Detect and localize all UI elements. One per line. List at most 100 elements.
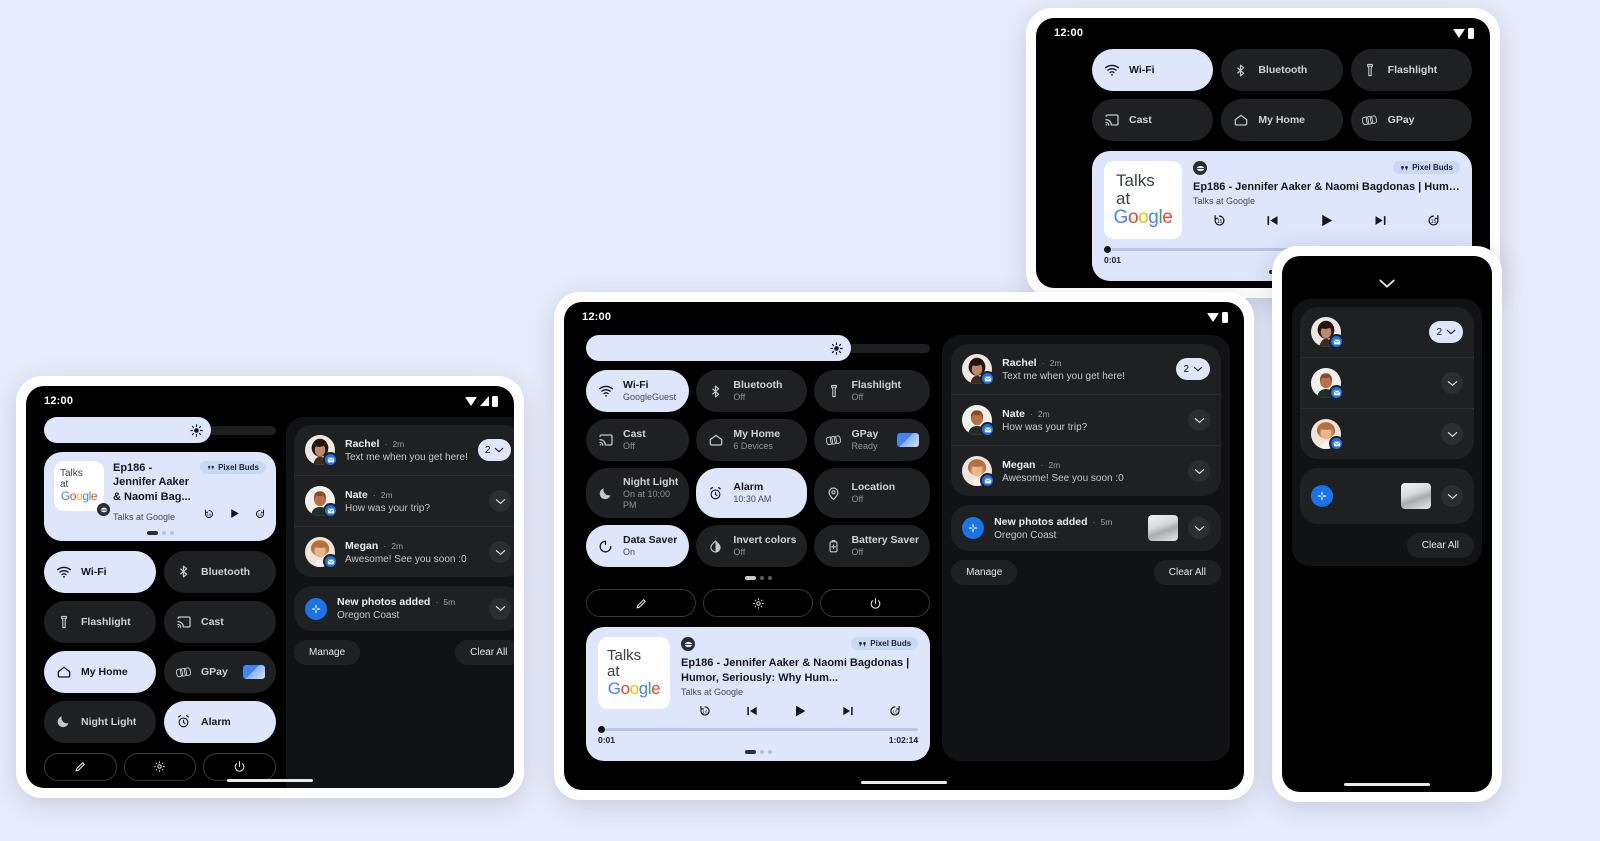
tile-night-light[interactable]: Night Light On at 10:00 PM (586, 468, 690, 519)
tile-battery-saver[interactable]: Battery Saver Off (814, 525, 931, 568)
clear-all-button[interactable]: Clear All (1153, 560, 1221, 585)
media-subtitle: Talks at Google (113, 511, 176, 522)
tile-cast[interactable]: Cast (1092, 99, 1214, 141)
tile-alarm[interactable]: Alarm (164, 700, 276, 743)
tile-bluetooth[interactable]: Bluetooth Off (696, 370, 808, 412)
sender-name: Nate (345, 488, 368, 501)
previous-track-button[interactable] (1265, 213, 1280, 228)
tile-invert-colors[interactable]: Invert colors Off (696, 525, 808, 568)
brightness-slider[interactable] (586, 335, 931, 361)
output-device-chip[interactable]: Pixel Buds (200, 461, 266, 474)
notification-row-photos[interactable]: New photos added · 5m Oregon Coast (294, 586, 514, 631)
clear-all-button[interactable]: Clear All (1406, 533, 1474, 558)
media-top-row: Talks at Google Ep186 - Jennifer Aaker &… (54, 461, 266, 525)
brightness-slider[interactable] (44, 417, 276, 443)
svg-text:15: 15 (702, 709, 708, 714)
output-device-chip[interactable]: Pixel Buds (851, 637, 919, 651)
power-button[interactable] (820, 589, 931, 618)
separator: · (1029, 408, 1033, 419)
tile-cast[interactable]: Cast (164, 600, 276, 643)
tile-location[interactable]: Location Off (814, 468, 931, 519)
next-track-button[interactable] (841, 704, 855, 718)
notification-text: Nate · 2m How was your trip? (1002, 408, 1178, 433)
notification-text: Rachel · 2m Text me when you get here! (345, 438, 468, 463)
expand-chevron[interactable] (1441, 485, 1463, 507)
group-count-chevron[interactable]: 2 (477, 439, 512, 461)
notification-footer: Manage Clear All (1300, 533, 1474, 558)
notification-row-rachel[interactable]: Rachel · 2m Text me when you get here! 2 (1300, 307, 1474, 357)
play-button[interactable] (228, 507, 241, 525)
clear-all-button[interactable]: Clear All (455, 640, 514, 665)
collapse-shade-chevron[interactable] (1282, 256, 1492, 291)
tile-gpay[interactable]: GPay (164, 650, 276, 693)
page-dot (146, 530, 158, 535)
forward-15-button[interactable]: 15 (254, 507, 266, 525)
tile-data-saver[interactable]: Data Saver On (586, 525, 690, 568)
group-count-chevron[interactable]: 2 (1429, 321, 1463, 343)
notification-row-megan[interactable]: Megan · 2m Awesome! See you soon :0 (951, 445, 1221, 496)
rewind-15-button[interactable]: 15 (1212, 213, 1227, 228)
edit-tiles-button[interactable] (586, 589, 697, 618)
notification-row-nate[interactable]: Nate · 2m How was your trip? (1300, 357, 1474, 408)
manage-button[interactable]: Manage (294, 640, 361, 665)
next-track-button[interactable] (1373, 213, 1388, 228)
tile-bluetooth[interactable]: Bluetooth (164, 550, 276, 593)
tile-gpay[interactable]: GPay Ready (814, 419, 931, 461)
tile-bluetooth[interactable]: Bluetooth (1221, 49, 1343, 91)
tile-night-light[interactable]: Night Light (44, 700, 156, 743)
media-player-card[interactable]: Talks at Google Ep186 - Jennifer Aaker &… (44, 452, 276, 541)
rewind-15-button[interactable]: 15 (203, 507, 215, 525)
group-count-chevron[interactable]: 2 (1176, 358, 1210, 380)
tile-gpay[interactable]: GPay (1350, 99, 1472, 141)
tile-wi-fi[interactable]: Wi-Fi GoogleGuest (586, 370, 690, 412)
tile-my-home[interactable]: My Home 6 Devices (696, 419, 808, 461)
notification-row-megan[interactable]: Megan · 2m Awesome! See you soon :0 (294, 526, 514, 577)
svg-text:15: 15 (1217, 219, 1223, 225)
tile-labels: Bluetooth (201, 566, 250, 578)
tile-cast[interactable]: Cast Off (586, 419, 690, 461)
output-device-chip[interactable]: Pixel Buds (1393, 161, 1460, 174)
expand-chevron[interactable] (1188, 460, 1210, 482)
tile-my-home[interactable]: My Home (44, 650, 156, 693)
photos-title: New photos added (994, 515, 1088, 528)
expand-chevron[interactable] (489, 597, 512, 620)
notification-row-rachel[interactable]: Rachel · 2m Text me when you get here! 2 (951, 344, 1221, 394)
tile-wi-fi[interactable]: Wi-Fi (44, 550, 156, 593)
tile-flashlight[interactable]: Flashlight Off (814, 370, 931, 412)
notification-row-photos[interactable]: New photos added · 5m Oregon Coast (951, 505, 1221, 551)
media-player-card[interactable]: Talks at Google Pixel Buds Ep186 - Jenni… (586, 627, 931, 761)
expand-chevron[interactable] (1188, 409, 1210, 431)
photos-notification-header: New photos added · 5m (337, 596, 479, 608)
notification-row-nate[interactable]: Nate · 2m How was your trip? (951, 394, 1221, 445)
notification-row-rachel[interactable]: Rachel · 2m Text me when you get here! 2 (294, 425, 514, 475)
play-button[interactable] (792, 703, 808, 719)
power-button[interactable] (203, 752, 276, 781)
settings-button[interactable] (123, 752, 197, 781)
photos-app-icon (962, 517, 985, 539)
tile-wi-fi[interactable]: Wi-Fi (1092, 49, 1214, 91)
page-dot (759, 576, 764, 581)
notification-row-nate[interactable]: Nate · 2m How was your trip? (294, 475, 514, 526)
tile-flashlight[interactable]: Flashlight (1350, 49, 1472, 91)
media-progress-slider[interactable] (598, 725, 919, 733)
message-app-badge (1329, 334, 1344, 349)
album-art: Talks at Google (54, 461, 110, 516)
expand-chevron[interactable] (489, 490, 512, 512)
previous-track-button[interactable] (745, 704, 759, 718)
notification-row-photos[interactable]: New photos added (1300, 468, 1474, 524)
tile-my-home[interactable]: My Home (1221, 99, 1343, 141)
notification-row-megan[interactable]: Megan · 2m Awesome! See you soon :0 (1300, 408, 1474, 459)
play-button[interactable] (1318, 212, 1335, 229)
tile-alarm[interactable]: Alarm 10:30 AM (696, 468, 808, 519)
manage-button[interactable]: Manage (951, 560, 1018, 585)
forward-15-button[interactable]: 15 (1426, 213, 1441, 228)
expand-chevron[interactable] (1441, 423, 1463, 445)
expand-chevron[interactable] (1188, 517, 1210, 539)
expand-chevron[interactable] (489, 541, 512, 563)
expand-chevron[interactable] (1441, 372, 1463, 394)
rewind-15-button[interactable]: 15 (698, 704, 712, 718)
tile-flashlight[interactable]: Flashlight (44, 600, 156, 643)
edit-tiles-button[interactable] (44, 752, 117, 781)
settings-button[interactable] (703, 589, 814, 618)
forward-15-button[interactable]: 15 (888, 704, 902, 718)
